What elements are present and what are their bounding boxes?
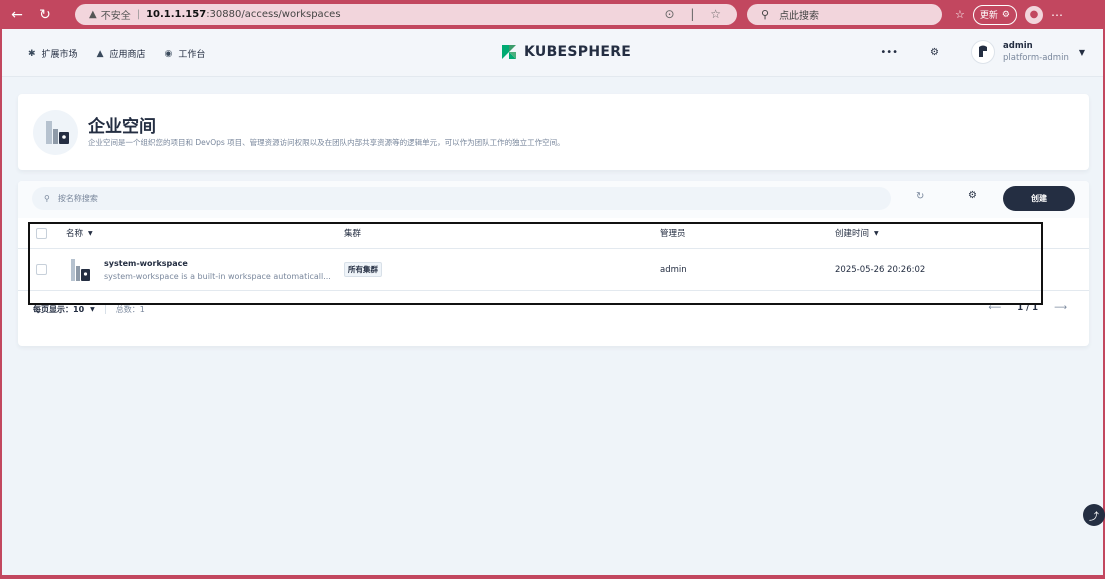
next-page-icon[interactable]: ⟶ [1054,303,1067,313]
user-info[interactable]: admin platform-admin [1003,40,1069,64]
search-icon: ⚲ [761,8,770,21]
logo-text: KUBESPHERE [524,44,632,60]
chevron-down-icon[interactable]: ▼ [90,306,95,313]
nav-extension-market[interactable]: ✱ 扩展市场 [28,47,78,61]
nav-app-store[interactable]: ▲ 应用商店 [96,47,146,61]
column-manager-header: 管理员 [660,229,686,239]
url-path: :30880/access/workspaces [206,9,341,20]
more-icon[interactable]: ⋯ [1051,8,1063,22]
per-page-label: 每页显示： [33,305,73,314]
update-label: 更新 [979,11,998,21]
extension-icon: ✱ [28,48,36,59]
user-avatar[interactable] [971,40,996,64]
update-icon: ⚙ [1001,9,1010,20]
total-label: 总数： [115,305,140,314]
user-icon [979,45,988,57]
user-role: platform-admin [1003,53,1069,63]
sort-caret-icon: ▼ [88,229,93,237]
kubesphere-app: ✱ 扩展市场 ▲ 应用商店 ◉ 工作台 KUBESPHERE ••• ⚙ adm… [2,29,1103,575]
update-button[interactable]: 更新 ⚙ [972,4,1017,25]
insecure-label: 不安全 [100,11,131,22]
browser-actions: ☆ 更新 ⚙ ● ⋯ [955,4,1063,25]
per-page-select[interactable]: 10 [73,305,84,314]
column-cluster-header: 集群 [344,229,362,239]
column-created-header[interactable]: 创建时间 ▼ [835,218,879,248]
workspace-banner-icon [33,110,78,155]
back-icon[interactable]: ← [6,4,28,26]
row-checkbox[interactable] [36,264,47,275]
manager-cell: admin [660,264,687,275]
search-placeholder: 按名称搜索 [57,194,98,203]
favorites-icon[interactable]: ☆ [955,8,965,21]
zoom-and-favorite-icons[interactable]: ⊙ | ☆ [665,7,727,21]
workspace-description: system-workspace is a built-in workspace… [104,271,331,281]
nav-label: 工作台 [178,50,206,60]
user-name: admin [1003,41,1033,51]
dashboard-icon: ◉ [164,48,173,59]
settings-gear-icon[interactable]: ⚙ [930,47,939,58]
warning-icon: ▲ [89,9,97,20]
cluster-tag: 所有集群 [344,262,382,277]
page-indicator: 1 / 1 [1017,303,1039,313]
nav-workbench[interactable]: ◉ 工作台 [164,47,206,61]
pagination-bar: 每页显示： 10 ▼ 总数： 1 ⟵ 1 / 1 ⟶ [18,291,1089,329]
layers-icon: ▲ [96,48,104,59]
workspace-icon [68,249,92,290]
total-count: 1 [139,305,145,314]
table-row[interactable]: system-workspace system-workspace is a b… [18,249,1089,291]
browser-search-box[interactable]: ⚲ 点此搜索 [747,4,942,25]
kubesphere-logo-icon [502,45,516,59]
address-bar[interactable]: ▲ 不安全 | 10.1.1.157 :30880/access/workspa… [75,4,737,25]
created-time-cell: 2025-05-26 20:26:02 [835,264,926,275]
search-icon: ⚲ [44,194,50,203]
column-settings-icon[interactable]: ⚙ [968,190,977,201]
workspace-table-card: ⚲ 按名称搜索 ↻ ⚙ 创建 名称 ▼ 集群 管理员 创建时间 ▼ system… [18,181,1089,346]
table-toolbar: ⚲ 按名称搜索 ↻ ⚙ 创建 [18,181,1089,218]
workspace-name-link[interactable]: system-workspace [104,257,188,270]
profile-avatar-icon[interactable]: ● [1024,5,1043,24]
create-button[interactable]: 创建 [1003,186,1075,211]
column-name-header[interactable]: 名称 ▼ [66,218,93,248]
tool-hammer-icon[interactable]: ⤴ [1083,504,1105,526]
browser-search-placeholder: 点此搜索 [779,11,820,22]
page-description: 企业空间是一个组织您的项目和 DevOps 项目、管理资源访问权限以及在团队内部… [88,138,565,147]
search-input[interactable]: ⚲ 按名称搜索 [32,187,891,210]
sort-caret-icon: ▼ [874,229,879,237]
prev-page-icon[interactable]: ⟵ [988,303,1001,313]
chevron-down-icon[interactable]: ▼ [1079,48,1085,57]
page-banner: 企业空间 企业空间是一个组织您的项目和 DevOps 项目、管理资源访问权限以及… [18,94,1089,170]
url-host: 10.1.1.157 [146,9,207,20]
kubesphere-logo[interactable]: KUBESPHERE [500,43,631,61]
page-title: 企业空间 [88,117,156,137]
table-header: 名称 ▼ 集群 管理员 创建时间 ▼ [18,218,1089,249]
refresh-icon[interactable]: ↻ [916,191,924,202]
nav-label: 应用商店 [109,50,146,60]
select-all-checkbox[interactable] [36,227,47,239]
reload-icon[interactable]: ↻ [34,4,56,26]
top-navigation: ✱ 扩展市场 ▲ 应用商店 ◉ 工作台 KUBESPHERE ••• ⚙ adm… [2,29,1103,77]
more-apps-icon[interactable]: ••• [880,47,898,58]
nav-label: 扩展市场 [41,50,78,60]
